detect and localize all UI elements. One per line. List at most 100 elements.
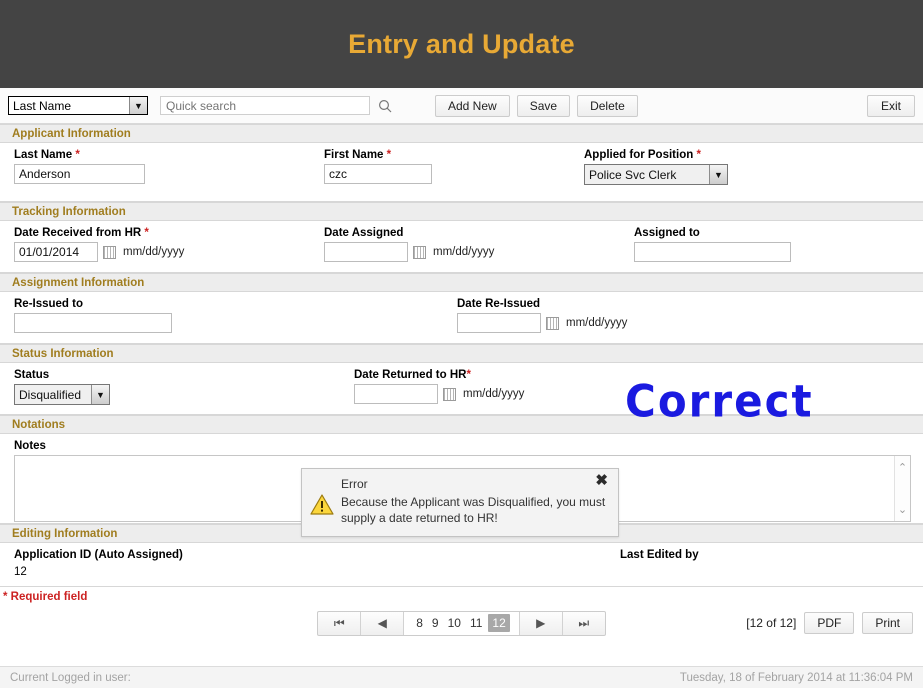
required-field-note: * Required field (3, 591, 88, 603)
required-marker: * (144, 227, 149, 239)
date-reissued-group: mm/dd/yyyy (457, 313, 627, 333)
field-application-id: Application ID (Auto Assigned) 12 (14, 549, 620, 578)
previous-page-icon[interactable]: ◀ (361, 611, 405, 635)
timestamp-label: Tuesday, 18 of February 2014 at 11:36:04… (679, 671, 913, 684)
section-body-tracking: Date Received from HR * mm/dd/yyyy Date … (0, 221, 923, 273)
calendar-icon[interactable] (413, 245, 426, 259)
save-button[interactable]: Save (516, 94, 571, 117)
date-returned-input[interactable] (354, 384, 438, 404)
exit-button[interactable]: Exit (866, 95, 915, 117)
field-applied-for-position: Applied for Position * Police Svc Clerk … (584, 149, 728, 185)
page-number[interactable]: 9 (429, 615, 442, 631)
field-date-assigned: Date Assigned mm/dd/yyyy (324, 227, 634, 262)
field-date-returned: Date Returned to HR* mm/dd/yyyy (354, 369, 524, 405)
applied-for-position-label: Applied for Position * (584, 149, 701, 161)
field-last-edited-by: Last Edited by (620, 549, 699, 578)
toolbar: Last Name ▼ Add New Save Delete Exit (0, 88, 923, 124)
section-header-status: Status Information (0, 344, 923, 363)
next-page-icon[interactable]: ▶ (518, 611, 562, 635)
applied-for-position-select[interactable]: Police Svc Clerk ▼ (584, 164, 728, 185)
required-marker: * (386, 149, 392, 161)
chevron-down-icon: ▼ (91, 385, 109, 404)
date-received-label: Date Received from HR * (14, 227, 149, 239)
page-number-current[interactable]: 12 (488, 614, 510, 632)
field-last-name: Last Name * (14, 149, 324, 185)
date-received-group: mm/dd/yyyy (14, 242, 324, 262)
status-select[interactable]: Disqualified ▼ (14, 384, 110, 405)
date-reissued-mask: mm/dd/yyyy (566, 317, 628, 329)
pagination-controls: ⏮ ◀ 8 9 10 11 12 ▶ ⏭ (317, 610, 606, 636)
first-name-label: First Name * (324, 149, 392, 161)
search-input[interactable] (160, 96, 370, 115)
section-header-assignment: Assignment Information (0, 273, 923, 292)
delete-button[interactable]: Delete (577, 94, 638, 117)
scroll-up-icon[interactable]: ⌃ (898, 461, 907, 474)
field-status: Status Disqualified ▼ (14, 369, 354, 405)
scroll-down-icon[interactable]: ⌄ (898, 503, 907, 516)
last-name-label: Last Name * (14, 149, 80, 161)
date-assigned-group: mm/dd/yyyy (324, 242, 634, 262)
section-header-notations: Notations (0, 415, 923, 434)
calendar-icon[interactable] (103, 245, 116, 259)
pdf-button[interactable]: PDF (804, 612, 855, 634)
reissued-to-input[interactable] (14, 313, 172, 333)
date-assigned-input[interactable] (324, 242, 408, 262)
required-marker: * (466, 369, 471, 381)
reissued-to-label: Re-Issued to (14, 298, 84, 310)
page-number[interactable]: 10 (445, 615, 464, 631)
first-page-icon[interactable]: ⏮ (318, 611, 362, 635)
date-reissued-input[interactable] (457, 313, 541, 333)
date-received-input[interactable] (14, 242, 98, 262)
section-header-applicant: Applicant Information (0, 124, 923, 143)
first-name-input[interactable] (324, 164, 432, 184)
calendar-icon[interactable] (546, 316, 559, 330)
page-number[interactable]: 8 (413, 615, 426, 631)
record-count-label: [12 of 12] (746, 616, 797, 630)
exit-button-wrap: Exit (866, 95, 915, 117)
section-body-editing: Application ID (Auto Assigned) 12 Last E… (0, 543, 923, 587)
field-date-received: Date Received from HR * mm/dd/yyyy (14, 227, 324, 262)
section-body-assignment: Re-Issued to Date Re-Issued mm/dd/yyyy (0, 292, 923, 344)
application-id-label: Application ID (Auto Assigned) (14, 549, 183, 561)
page-number-list: 8 9 10 11 12 (404, 611, 519, 635)
status-bar: Current Logged in user: Tuesday, 18 of F… (0, 666, 923, 688)
current-user-label: Current Logged in user: (10, 671, 131, 684)
required-marker: * (696, 149, 701, 161)
add-new-button[interactable]: Add New (435, 94, 510, 117)
notes-label: Notes (14, 440, 46, 452)
notes-value (15, 456, 910, 462)
date-reissued-label: Date Re-Issued (457, 298, 541, 310)
date-assigned-label: Date Assigned (324, 227, 404, 239)
application-id-value: 12 (14, 566, 27, 578)
chevron-down-icon: ▼ (129, 97, 147, 114)
warning-triangle-icon (310, 494, 334, 515)
chevron-down-icon: ▼ (709, 165, 727, 184)
close-icon[interactable]: ✖ (595, 473, 608, 488)
applied-for-position-value: Police Svc Clerk (589, 167, 677, 182)
page-title: Entry and Update (348, 28, 575, 59)
field-first-name: First Name * (324, 149, 584, 185)
calendar-icon[interactable] (443, 387, 456, 401)
status-label: Status (14, 369, 50, 381)
search-field-select[interactable]: Last Name ▼ (8, 96, 148, 115)
page-number[interactable]: 11 (467, 615, 485, 631)
last-page-icon[interactable]: ⏭ (561, 611, 605, 635)
required-marker: * (75, 149, 80, 161)
assigned-to-input[interactable] (634, 242, 791, 262)
pagination-bar: ⏮ ◀ 8 9 10 11 12 ▶ ⏭ [12 of 12] PDF Prin… (0, 603, 923, 643)
search-icon[interactable] (377, 98, 393, 114)
date-received-mask: mm/dd/yyyy (123, 246, 185, 258)
date-assigned-mask: mm/dd/yyyy (433, 246, 495, 258)
field-reissued-to: Re-Issued to (14, 298, 457, 333)
field-assigned-to: Assigned to (634, 227, 791, 262)
date-returned-label: Date Returned to HR* (354, 369, 471, 381)
error-dialog-message: Because the Applicant was Disqualified, … (341, 495, 606, 525)
toolbar-actions: Add New Save Delete (435, 94, 638, 117)
notes-scrollbar[interactable]: ⌃ ⌄ (894, 456, 910, 521)
field-date-reissued: Date Re-Issued mm/dd/yyyy (457, 298, 627, 333)
pagination-right-actions: [12 of 12] PDF Print (746, 612, 913, 634)
last-name-input[interactable] (14, 164, 145, 184)
search-field-select-value: Last Name (13, 98, 72, 113)
status-value: Disqualified (19, 387, 82, 402)
print-button[interactable]: Print (862, 612, 913, 634)
